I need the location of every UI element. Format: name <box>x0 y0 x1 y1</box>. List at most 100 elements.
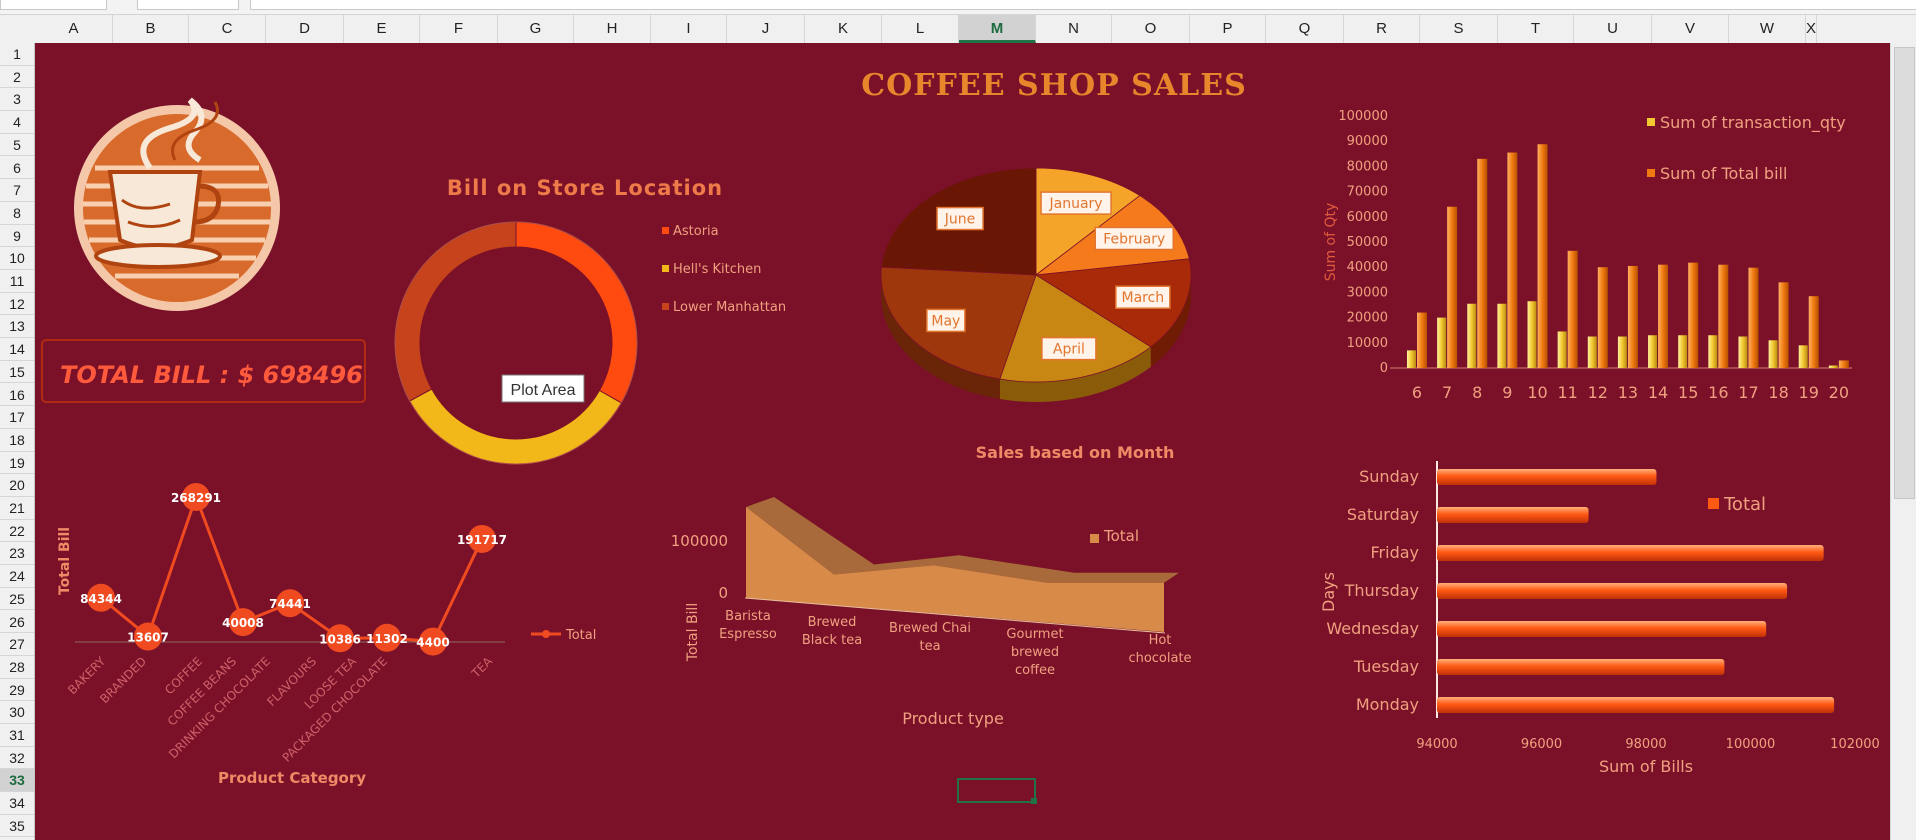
bill-bar[interactable] <box>1748 267 1759 368</box>
column-header-c[interactable]: C <box>189 15 266 43</box>
column-header-g[interactable]: G <box>498 15 574 43</box>
row-header-6[interactable]: 6 <box>0 157 34 180</box>
day-bar[interactable] <box>1437 583 1788 599</box>
row-header-24[interactable]: 24 <box>0 565 34 588</box>
qty-bar[interactable] <box>1437 317 1447 368</box>
column-header-q[interactable]: Q <box>1266 15 1344 43</box>
row-header-22[interactable]: 22 <box>0 520 34 543</box>
hourly-qty-bill-chart[interactable]: 1000009000080000700006000050000400003000… <box>1323 109 1852 402</box>
column-header-v[interactable]: V <box>1652 15 1729 43</box>
column-header-r[interactable]: R <box>1344 15 1420 43</box>
row-header-27[interactable]: 27 <box>0 633 34 656</box>
column-header-d[interactable]: D <box>266 15 344 43</box>
column-header-b[interactable]: B <box>113 15 189 43</box>
row-header-3[interactable]: 3 <box>0 88 34 112</box>
qty-bar[interactable] <box>1738 336 1748 369</box>
column-header-e[interactable]: E <box>344 15 420 43</box>
qty-bar[interactable] <box>1798 345 1808 368</box>
qty-bar[interactable] <box>1708 335 1718 368</box>
bill-bar[interactable] <box>1537 144 1548 368</box>
row-header-17[interactable]: 17 <box>0 406 34 429</box>
column-header-h[interactable]: H <box>574 15 651 43</box>
row-header-29[interactable]: 29 <box>0 679 34 702</box>
bill-bar[interactable] <box>1778 282 1789 368</box>
name-box[interactable] <box>0 0 107 10</box>
column-header-m[interactable]: M <box>959 15 1036 43</box>
bill-bar[interactable] <box>1447 206 1458 368</box>
row-header-30[interactable]: 30 <box>0 701 34 724</box>
row-header-20[interactable]: 20 <box>0 474 34 497</box>
row-header-34[interactable]: 34 <box>0 792 34 815</box>
column-header-t[interactable]: T <box>1498 15 1574 43</box>
row-header-14[interactable]: 14 <box>0 338 34 361</box>
vertical-scrollbar[interactable] <box>1890 43 1916 840</box>
row-header-2[interactable]: 2 <box>0 66 34 89</box>
column-header-n[interactable]: N <box>1036 15 1112 43</box>
row-header-21[interactable]: 21 <box>0 497 34 520</box>
row-header-26[interactable]: 26 <box>0 611 34 634</box>
day-bar[interactable] <box>1437 507 1589 523</box>
bill-bar[interactable] <box>1808 296 1819 368</box>
column-header-f[interactable]: F <box>420 15 498 43</box>
formula-buttons[interactable] <box>137 0 239 10</box>
column-header-p[interactable]: P <box>1190 15 1266 43</box>
column-header-w[interactable]: W <box>1729 15 1806 43</box>
qty-bar[interactable] <box>1587 336 1597 369</box>
column-header-j[interactable]: J <box>727 15 805 43</box>
row-header-32[interactable]: 32 <box>0 747 34 770</box>
qty-bar[interactable] <box>1467 303 1477 368</box>
column-header-s[interactable]: S <box>1420 15 1498 43</box>
selected-cell[interactable] <box>957 778 1036 803</box>
scrollbar-thumb[interactable] <box>1894 47 1915 499</box>
line-series[interactable] <box>100 492 484 644</box>
row-header-33[interactable]: 33 <box>0 769 34 793</box>
row-header-16[interactable]: 16 <box>0 384 34 407</box>
column-header-x[interactable]: X <box>1806 15 1818 43</box>
bill-bar[interactable] <box>1688 262 1699 368</box>
bill-bar[interactable] <box>1838 360 1849 368</box>
bill-bar[interactable] <box>1627 265 1638 368</box>
row-header-9[interactable]: 9 <box>0 225 34 248</box>
column-header-o[interactable]: O <box>1112 15 1190 43</box>
qty-bar[interactable] <box>1828 365 1838 368</box>
row-header-10[interactable]: 10 <box>0 247 34 270</box>
row-header-11[interactable]: 11 <box>0 270 34 293</box>
row-header-19[interactable]: 19 <box>0 452 34 475</box>
dashboard-sheet[interactable]: COFFEE SHOP SALES TOTAL BILL : $ 698496 … <box>35 43 1890 840</box>
day-bar[interactable] <box>1437 621 1767 637</box>
row-header-12[interactable]: 12 <box>0 293 34 316</box>
row-header-1[interactable]: 1 <box>0 43 34 66</box>
bill-bar[interactable] <box>1597 267 1608 368</box>
row-header-23[interactable]: 23 <box>0 542 34 566</box>
day-bar[interactable] <box>1437 697 1835 713</box>
row-header-25[interactable]: 25 <box>0 588 34 611</box>
row-header-7[interactable]: 7 <box>0 179 34 202</box>
column-header-i[interactable]: I <box>651 15 727 43</box>
bill-bar[interactable] <box>1477 158 1488 368</box>
bill-bar[interactable] <box>1567 250 1578 368</box>
bill-bar[interactable] <box>1507 152 1518 368</box>
row-header-28[interactable]: 28 <box>0 656 34 679</box>
day-bar[interactable] <box>1437 469 1657 485</box>
qty-bar[interactable] <box>1497 303 1507 368</box>
product-type-chart[interactable]: 100000 0 Barista Espresso Brewed Black tea Bre… <box>671 497 1192 728</box>
bill-bar[interactable] <box>1718 264 1729 368</box>
qty-bar[interactable] <box>1527 301 1537 368</box>
fill-handle[interactable] <box>1031 798 1037 804</box>
qty-bar[interactable] <box>1768 340 1778 368</box>
qty-bar[interactable] <box>1648 335 1658 368</box>
row-header-15[interactable]: 15 <box>0 361 34 384</box>
row-header-5[interactable]: 5 <box>0 134 34 157</box>
column-header-u[interactable]: U <box>1574 15 1652 43</box>
row-header-31[interactable]: 31 <box>0 724 34 747</box>
row-header-8[interactable]: 8 <box>0 202 34 225</box>
qty-bar[interactable] <box>1678 335 1688 368</box>
qty-bar[interactable] <box>1617 336 1627 369</box>
row-header-4[interactable]: 4 <box>0 111 34 134</box>
store-location-chart[interactable]: Bill on Store Location Astoria Hell's Kitc… <box>394 176 786 465</box>
qty-bar[interactable] <box>1407 350 1416 368</box>
row-header-18[interactable]: 18 <box>0 429 34 452</box>
bill-bar[interactable] <box>1658 264 1669 368</box>
donut-slice[interactable] <box>394 221 517 402</box>
day-bar[interactable] <box>1437 659 1725 675</box>
